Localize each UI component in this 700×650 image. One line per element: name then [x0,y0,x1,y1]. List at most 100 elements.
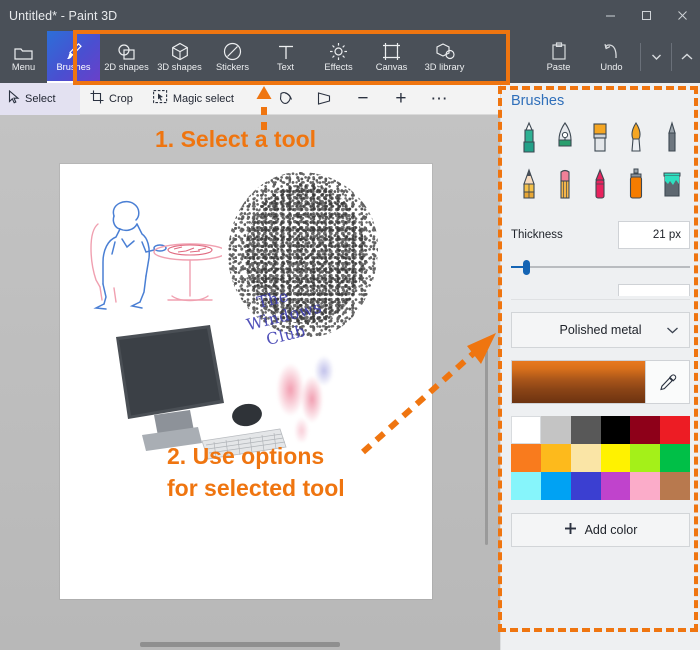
current-color-swatch[interactable] [511,360,646,404]
color-swatch[interactable] [511,444,541,472]
material-dropdown-value: Polished metal [559,323,642,337]
horizontal-scrollbar[interactable] [140,642,340,647]
ribbon-item-menu-label: Menu [11,62,36,73]
effects-icon [329,41,348,61]
window-controls [592,0,700,31]
perspective-icon[interactable] [306,83,344,115]
magic-select-icon [152,90,168,107]
title-bar: Untitled* - Paint 3D [0,0,700,31]
stickers-icon [223,41,242,61]
ribbon-item-3d-library-label: 3D library [424,62,465,73]
color-swatch[interactable] [570,416,601,444]
ribbon-item-3d-shapes-label: 3D shapes [157,62,202,73]
brush-spray-can[interactable] [618,165,654,205]
eyedropper-icon[interactable] [646,360,690,404]
close-button[interactable] [664,0,700,31]
color-swatch[interactable] [630,472,661,500]
brush-pencil[interactable] [511,165,547,205]
color-swatch[interactable] [540,416,571,444]
minimize-button[interactable] [592,0,628,31]
current-color-row [511,360,690,404]
add-color-button[interactable]: Add color [511,513,690,547]
undo-icon [603,41,621,61]
folder-icon [14,41,33,61]
drawing-canvas[interactable]: The Windows Club [60,164,432,599]
brush-oil[interactable] [583,118,619,158]
color-swatch[interactable] [570,444,601,472]
color-swatch[interactable] [600,416,631,444]
ribbon-item-effects-label: Effects [324,62,353,73]
slider-track [511,266,690,268]
brush-eraser[interactable] [547,165,583,205]
ribbon-item-canvas-label: Canvas [375,62,408,73]
brush-pixel-pen[interactable] [654,118,690,158]
3d-view-icon[interactable] [268,83,306,115]
select-tool-button[interactable]: Select [0,82,80,115]
canvas-workspace[interactable]: The Windows Club [0,115,500,650]
color-swatch[interactable] [600,444,631,472]
zoom-out-icon[interactable]: − [344,83,382,115]
ribbon-item-canvas[interactable]: Canvas [365,31,418,83]
ribbon-item-effects[interactable]: Effects [312,31,365,83]
color-swatch[interactable] [660,472,690,500]
color-swatch[interactable] [660,416,690,444]
crop-icon [90,90,104,107]
ribbon-divider [640,43,641,71]
ribbon-item-stickers-label: Stickers [215,62,250,73]
brush-watercolor[interactable] [618,118,654,158]
vertical-scrollbar[interactable] [485,350,488,545]
thickness-value-input[interactable]: 21 px [618,221,690,249]
ribbon-item-3d-shapes[interactable]: 3D shapes [153,31,206,83]
chevron-down-icon [666,323,679,337]
more-options-icon[interactable]: ⋯ [420,83,458,115]
ribbon-item-undo[interactable]: Undo [585,31,638,83]
zoom-in-icon[interactable]: + [382,83,420,115]
maximize-button[interactable] [628,0,664,31]
thickness-slider[interactable] [511,258,690,276]
magic-select-label: Magic select [172,92,234,105]
brush-icon [65,41,83,61]
ribbon-divider-2 [671,43,672,71]
ribbon-item-2d-shapes[interactable]: 2D shapes [100,31,153,83]
3d-library-icon [435,41,455,61]
ribbon-item-3d-library[interactable]: 3D library [418,31,471,83]
select-tool-label: Select [25,92,56,105]
text-icon [277,41,295,61]
color-swatch[interactable] [660,444,690,472]
color-swatch[interactable] [630,416,661,444]
opacity-value-input[interactable] [618,284,690,296]
color-swatch[interactable] [600,472,631,500]
thickness-label: Thickness [511,229,563,241]
brush-calligraphy-pen[interactable] [547,118,583,158]
brush-fill[interactable] [654,165,690,205]
color-swatch[interactable] [511,472,541,500]
ribbon-right-group: Paste Undo [532,31,700,83]
ribbon-item-brushes-label: Brushes [56,62,91,73]
color-swatch[interactable] [540,472,571,500]
paint3d-window: Untitled* - Paint 3D Menu Brushes 2D sha… [0,0,700,650]
magic-select-button[interactable]: Magic select [143,83,244,115]
ribbon-item-paste[interactable]: Paste [532,31,585,83]
ribbon-item-brushes[interactable]: Brushes [47,31,100,83]
2d-shapes-icon [117,41,137,61]
crop-tool-button[interactable]: Crop [80,83,143,115]
brush-grid [511,118,690,205]
material-dropdown[interactable]: Polished metal [511,312,690,348]
color-swatch[interactable] [511,416,541,444]
color-swatch[interactable] [570,472,601,500]
opacity-row [511,284,690,296]
ribbon-item-text[interactable]: Text [259,31,312,83]
cursor-arrow-icon [8,89,20,107]
slider-thumb[interactable] [523,260,530,275]
chevron-up-icon[interactable] [674,31,700,83]
brush-marker[interactable] [511,118,547,158]
color-swatch[interactable] [630,444,661,472]
brush-crayon[interactable] [583,165,619,205]
panel-title: Brushes [511,93,565,109]
ribbon-toolbar: Menu Brushes 2D shapes 3D shapes Sticker [0,31,700,83]
ribbon-item-menu[interactable]: Menu [0,31,47,83]
3d-shapes-icon [171,41,189,61]
ribbon-item-stickers[interactable]: Stickers [206,31,259,83]
color-swatch[interactable] [540,444,571,472]
chevron-down-icon[interactable] [643,31,669,83]
